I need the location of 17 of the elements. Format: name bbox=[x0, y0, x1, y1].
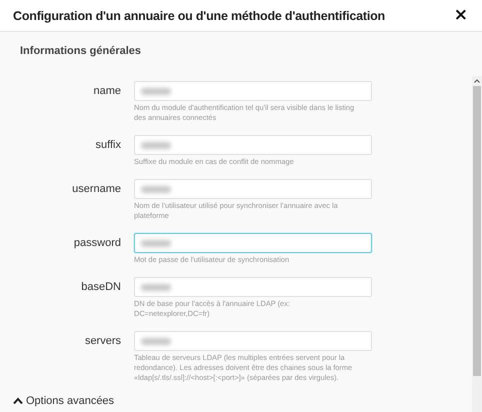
field-label: baseDN bbox=[80, 280, 122, 295]
input-field[interactable] bbox=[134, 135, 372, 155]
field-label: password bbox=[72, 236, 122, 251]
close-button[interactable]: × bbox=[452, 7, 470, 24]
section-title: Informations générales bbox=[20, 45, 142, 57]
field-label: name bbox=[92, 84, 122, 99]
field-label: username bbox=[71, 182, 122, 197]
scrollbar[interactable] bbox=[472, 76, 482, 412]
field-label: suffix bbox=[94, 138, 122, 153]
advanced-options-toggle[interactable]: Options avancées bbox=[0, 395, 114, 407]
input-field[interactable] bbox=[134, 179, 372, 199]
input-field[interactable] bbox=[134, 331, 372, 351]
input-field[interactable] bbox=[134, 277, 372, 297]
field-label: servers bbox=[84, 334, 122, 349]
input-field[interactable] bbox=[134, 233, 372, 253]
input-field[interactable] bbox=[134, 81, 372, 101]
dialog-title: Configuration d'un annuaire ou d'une méthode d'authentification bbox=[13, 8, 385, 22]
